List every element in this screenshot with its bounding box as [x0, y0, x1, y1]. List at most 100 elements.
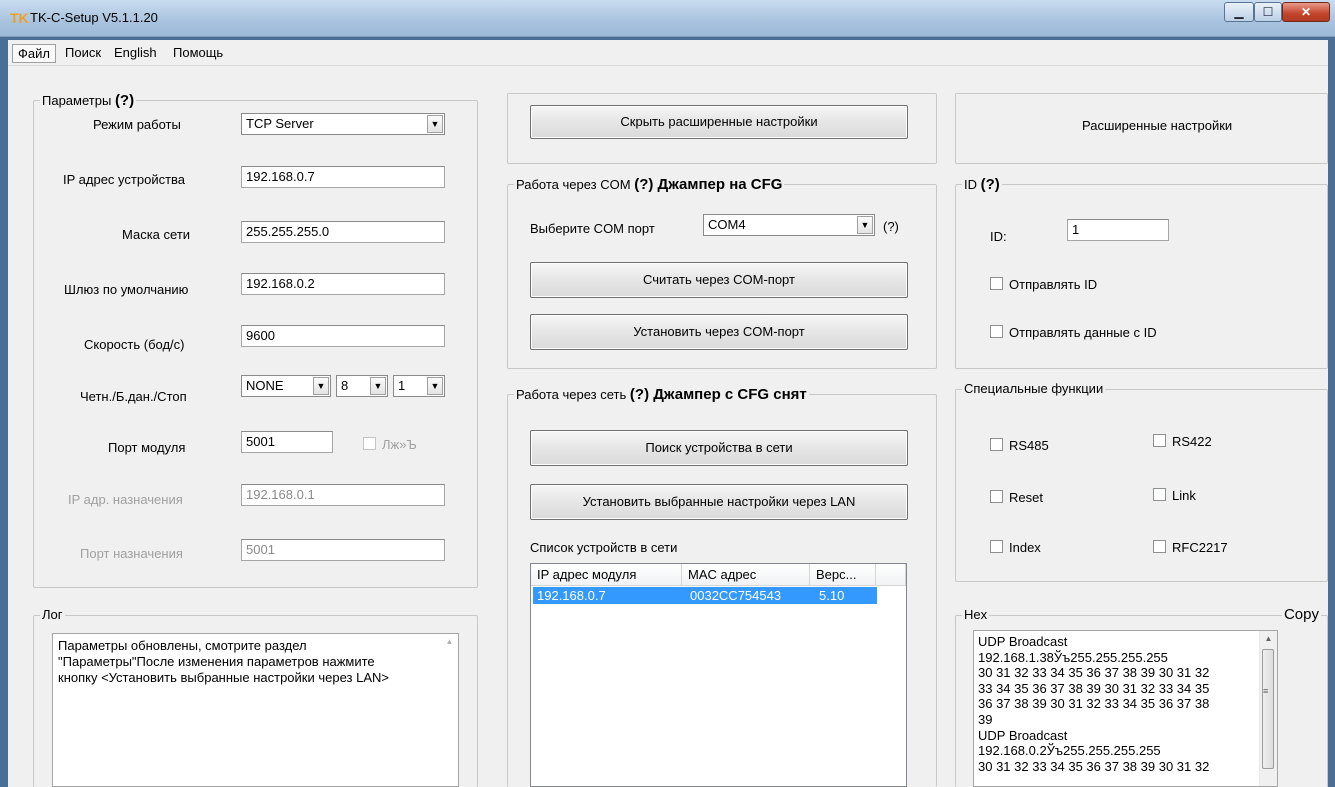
scroll-up-icon[interactable]: ▲	[1260, 634, 1277, 643]
app-icon: TK	[10, 10, 29, 26]
com-set-button[interactable]: Установить через COM-порт	[530, 314, 908, 350]
id-input[interactable]: 1	[1067, 219, 1169, 241]
gateway-input[interactable]: 192.168.0.2	[241, 273, 445, 295]
index-checkbox[interactable]: Index	[990, 540, 1041, 555]
menu-search[interactable]: Поиск	[60, 44, 106, 61]
reset-label: Reset	[1009, 490, 1043, 505]
id-label: ID:	[990, 229, 1007, 244]
com-jumper-hint: (?) Джампер на CFG	[634, 176, 783, 193]
close-icon: ✕	[1300, 5, 1312, 19]
mode-select[interactable]: TCP Server ▼	[241, 113, 445, 135]
advanced-settings-button[interactable]: Расширенные настройки	[1082, 118, 1232, 133]
hex-scrollbar[interactable]: ▲ ≡	[1259, 631, 1277, 786]
maximize-button[interactable]: ☐	[1254, 2, 1282, 22]
title-bar[interactable]: TK TK-C-Setup V5.1.1.20 ▁ ☐ ✕	[0, 0, 1335, 37]
menu-file[interactable]: Файл	[12, 44, 56, 63]
checkbox-icon	[990, 325, 1003, 338]
speed-label: Скорость (бод/с)	[84, 337, 185, 352]
col-empty-header	[876, 564, 906, 586]
parity-select[interactable]: NONE ▼	[241, 375, 331, 397]
parameters-help[interactable]: (?)	[115, 92, 134, 109]
chevron-down-icon[interactable]: ▼	[427, 377, 443, 395]
checkbox-icon	[1153, 434, 1166, 447]
id-help[interactable]: (?)	[981, 176, 1000, 193]
scroll-grip-icon: ≡	[1263, 686, 1269, 696]
dest-ip-input[interactable]: 192.168.0.1	[241, 484, 445, 506]
port-checkbox[interactable]: Лж»Ъ	[363, 437, 417, 452]
com-port-label: Выберите COM порт	[530, 221, 655, 236]
special-group-title: Специальные функции	[962, 381, 1106, 396]
dest-port-input[interactable]: 5001	[241, 539, 445, 561]
ip-label: IP адрес устройства	[63, 172, 186, 187]
reset-checkbox[interactable]: Reset	[990, 490, 1043, 505]
com-title-text: Работа через COM	[516, 177, 631, 192]
databits-select[interactable]: 8 ▼	[336, 375, 388, 397]
speed-input[interactable]: 9600	[241, 325, 445, 347]
gateway-label: Шлюз по умолчанию	[64, 282, 189, 297]
send-data-id-checkbox[interactable]: Отправлять данные с ID	[990, 325, 1157, 340]
device-list[interactable]: IP адрес модуля MAC адрес Верс... 192.16…	[530, 563, 907, 787]
checkbox-icon	[1153, 540, 1166, 553]
maximize-icon: ☐	[1262, 5, 1274, 19]
scroll-up-icon[interactable]: ▲	[441, 637, 458, 646]
chevron-down-icon[interactable]: ▼	[857, 216, 873, 234]
port-checkbox-label: Лж»Ъ	[382, 437, 417, 452]
port-label: Порт модуля	[108, 440, 186, 455]
chevron-down-icon[interactable]: ▼	[370, 377, 386, 395]
com-port-value: COM4	[708, 217, 746, 232]
menu-help[interactable]: Помощь	[168, 44, 228, 61]
window-title: TK-C-Setup V5.1.1.20	[30, 10, 158, 25]
rs422-checkbox[interactable]: RS422	[1153, 434, 1212, 449]
hex-group-title: Hex	[962, 607, 990, 622]
ip-input[interactable]: 192.168.0.7	[241, 166, 445, 188]
rfc2217-label: RFC2217	[1172, 540, 1228, 555]
menu-bar: Файл Поиск English Помощь	[8, 40, 1328, 66]
com-group-title: Работа через COM (?) Джампер на CFG	[514, 176, 785, 193]
col-version-header[interactable]: Верс...	[810, 564, 876, 586]
mask-label: Маска сети	[122, 227, 191, 242]
parity-label: Четн./Б.дан./Стоп	[80, 389, 187, 404]
col-mac-header[interactable]: MAC адрес	[682, 564, 810, 586]
table-row[interactable]: 192.168.0.7 0032CC754543 5.10	[533, 587, 877, 604]
copy-button[interactable]: Copy	[1281, 606, 1321, 623]
com-read-button[interactable]: Считать через COM-порт	[530, 262, 908, 298]
index-label: Index	[1009, 540, 1041, 555]
com-port-select[interactable]: COM4 ▼	[703, 214, 875, 236]
device-list-label: Список устройств в сети	[530, 540, 678, 555]
id-group-title: ID (?)	[962, 176, 1002, 193]
send-data-id-label: Отправлять данные с ID	[1009, 325, 1157, 340]
checkbox-icon	[990, 438, 1003, 451]
chevron-down-icon[interactable]: ▼	[313, 377, 329, 395]
checkbox-icon	[990, 490, 1003, 503]
hex-textarea[interactable]: UDP Broadcast 192.168.1.38Ўъ255.255.255.…	[973, 630, 1278, 787]
search-device-button[interactable]: Поиск устройства в сети	[530, 430, 908, 466]
mask-input[interactable]: 255.255.255.0	[241, 221, 445, 243]
link-checkbox[interactable]: Link	[1153, 488, 1196, 503]
network-jumper-hint: (?) Джампер с CFG снят	[629, 386, 807, 403]
send-id-checkbox[interactable]: Отправлять ID	[990, 277, 1097, 292]
hex-text: UDP Broadcast 192.168.1.38Ўъ255.255.255.…	[978, 634, 1210, 774]
row-ip: 192.168.0.7	[537, 588, 606, 603]
row-mac: 0032CC754543	[690, 588, 782, 603]
set-lan-button[interactable]: Установить выбранные настройки через LAN	[530, 484, 908, 520]
rs485-checkbox[interactable]: RS485	[990, 438, 1049, 453]
chevron-down-icon[interactable]: ▼	[427, 115, 443, 133]
log-textarea[interactable]: Параметры обновлены, смотрите раздел "Па…	[52, 633, 459, 787]
scroll-thumb[interactable]	[1262, 649, 1274, 769]
menu-english[interactable]: English	[109, 44, 162, 61]
col-ip-header[interactable]: IP адрес модуля	[531, 564, 682, 586]
network-group-title: Работа через сеть (?) Джампер с CFG снят	[514, 386, 809, 403]
rs422-label: RS422	[1172, 434, 1212, 449]
log-scrollbar[interactable]: ▲	[441, 634, 458, 786]
port-input[interactable]: 5001	[241, 431, 333, 453]
parameters-group-title: Параметры (?)	[40, 92, 137, 109]
checkbox-icon	[363, 437, 376, 450]
rfc2217-checkbox[interactable]: RFC2217	[1153, 540, 1228, 555]
databits-select-value: 8	[341, 378, 349, 393]
row-version: 5.10	[819, 588, 845, 603]
com-help[interactable]: (?)	[883, 219, 899, 234]
minimize-button[interactable]: ▁	[1224, 2, 1254, 22]
close-button[interactable]: ✕	[1282, 2, 1330, 22]
stopbits-select[interactable]: 1 ▼	[393, 375, 445, 397]
hide-advanced-button[interactable]: Скрыть расширенные настройки	[530, 105, 908, 139]
